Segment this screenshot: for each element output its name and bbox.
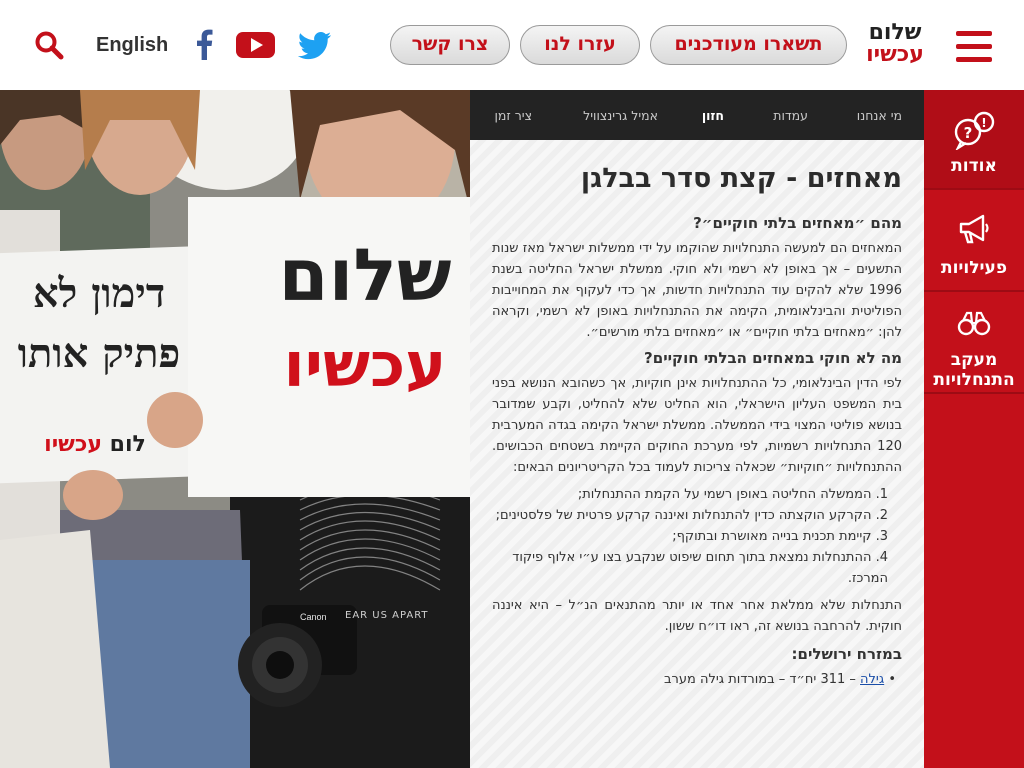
page-title: מאחזים - קצת סדר בבלגן — [580, 163, 902, 194]
contact-button[interactable]: צרו קשר — [390, 25, 510, 65]
sub-navigation: מי אנחנו עמדות חזון אמיל גרינצוויל ציר ז… — [470, 90, 924, 149]
criteria-item: 1. הממשלה החליטה באופן רשמי על הקמת ההתנ… — [577, 487, 888, 502]
search-icon[interactable] — [34, 30, 64, 60]
protest-photo-illustration — [0, 90, 470, 768]
gilo-link[interactable]: גילה — [860, 672, 884, 687]
svg-text:!: ! — [981, 116, 986, 130]
sidebar-label-activities: פעילויות — [940, 258, 1008, 278]
page: English צרו קשר עזרו לנו תשארו מעודכנים … — [0, 0, 1024, 768]
sidebar-label-about: אודות — [951, 156, 997, 176]
youtube-icon[interactable] — [236, 30, 276, 60]
criteria-list: 1. הממשלה החליטה באופן רשמי על הקמת ההתנ… — [492, 484, 888, 589]
binoculars-icon — [957, 311, 991, 336]
speech-bubble-question-icon: ? ! — [954, 111, 995, 150]
megaphone-icon — [959, 214, 989, 244]
shirt-text: EAR US APART — [345, 610, 429, 621]
help-us-button[interactable]: עזרו לנו — [520, 25, 640, 65]
criteria-item: 4. ההתנחלות נמצאת בתוך תחום שיפוט שנקבע … — [512, 550, 888, 586]
subnav-item-about-us[interactable]: מי אנחנו — [857, 108, 902, 123]
language-switch-link[interactable]: English — [96, 34, 168, 57]
camera-brand-text: Canon — [300, 612, 327, 622]
main-content: מאחזים - קצת סדר בבלגן מהם ״מאחזים בלתי … — [470, 140, 924, 768]
left-sign-footer: לום עכשיו — [10, 432, 180, 457]
criteria-item: 3. קיימת תכנית בנייה מאושרת ובתוקף; — [672, 529, 888, 544]
subnav-item-vision[interactable]: חזון — [702, 108, 724, 123]
subnav-item-positions[interactable]: עמדות — [773, 108, 808, 123]
stay-updated-button[interactable]: תשארו מעודכנים — [650, 25, 847, 65]
right-sign-text-1: שלום — [278, 233, 452, 317]
section-text-illegal-settlement: התנחלות שלא ממלאת אחר אחד או יותר מהתנאי… — [492, 598, 902, 634]
section-text-whats-illegal: לפי הדין הבינלאומי, כל ההתנחלויות אינן ח… — [492, 376, 902, 475]
section-text-what-are: המאחזים הם למעשה התנחלויות שהוקמו על ידי… — [492, 241, 902, 340]
svg-text:?: ? — [964, 124, 973, 142]
left-sign-footer-red: עכשיו — [44, 432, 102, 457]
right-sign-text-2: עכשיו — [283, 328, 447, 401]
site-logo[interactable]: שלום עכשיו — [862, 22, 928, 66]
subnav-item-timeline[interactable]: ציר זמן — [495, 108, 532, 123]
section-heading-whats-illegal: מה לא חוקי במאחזים הבלתי חוקיים? — [644, 349, 902, 367]
right-sidebar: ? ! אודות פעילויות מעקב התנחלויות — [924, 90, 1024, 768]
subnav-item-emil-grunzweig[interactable]: אמיל גרינצוויל — [583, 108, 658, 123]
twitter-icon[interactable] — [298, 32, 332, 60]
section-heading-east-jerusalem: במזרח ירושלים: — [791, 645, 902, 663]
sidebar-label-watch-2: התנחלויות — [933, 370, 1015, 390]
site-header: English צרו קשר עזרו לנו תשארו מעודכנים … — [0, 0, 1024, 90]
sidebar-item-settlement-watch[interactable]: מעקב התנחלויות — [924, 294, 1024, 394]
logo-line-1: שלום — [868, 20, 922, 45]
list-item: • גילה – 311 יח״ד – במורדות גילה מערב — [664, 672, 896, 687]
facebook-icon[interactable] — [194, 28, 214, 60]
criteria-item: 2. הקרקע הוקצתה כדין להתנחלות ואיננה קרק… — [495, 508, 888, 523]
section-heading-what-are: מהם ״מאחזים בלתי חוקיים״? — [693, 214, 902, 232]
left-sign-text-1: דימון לא — [32, 270, 166, 317]
hamburger-menu-icon[interactable] — [956, 31, 992, 63]
sidebar-label-watch-1: מעקב — [950, 350, 998, 370]
gilo-text: – 311 יח״ד – במורדות גילה מערב — [664, 672, 861, 687]
logo-line-2: עכשיו — [866, 42, 924, 67]
left-sign-text-2: פתיק אותו — [17, 330, 181, 377]
left-sign-footer-black: לום — [109, 432, 146, 457]
sidebar-item-activities[interactable]: פעילויות — [924, 192, 1024, 292]
sidebar-item-about[interactable]: ? ! אודות — [924, 90, 1024, 190]
hero-photo: שלום עכשיו דימון לא פתיק אותו לום עכשיו … — [0, 90, 470, 768]
